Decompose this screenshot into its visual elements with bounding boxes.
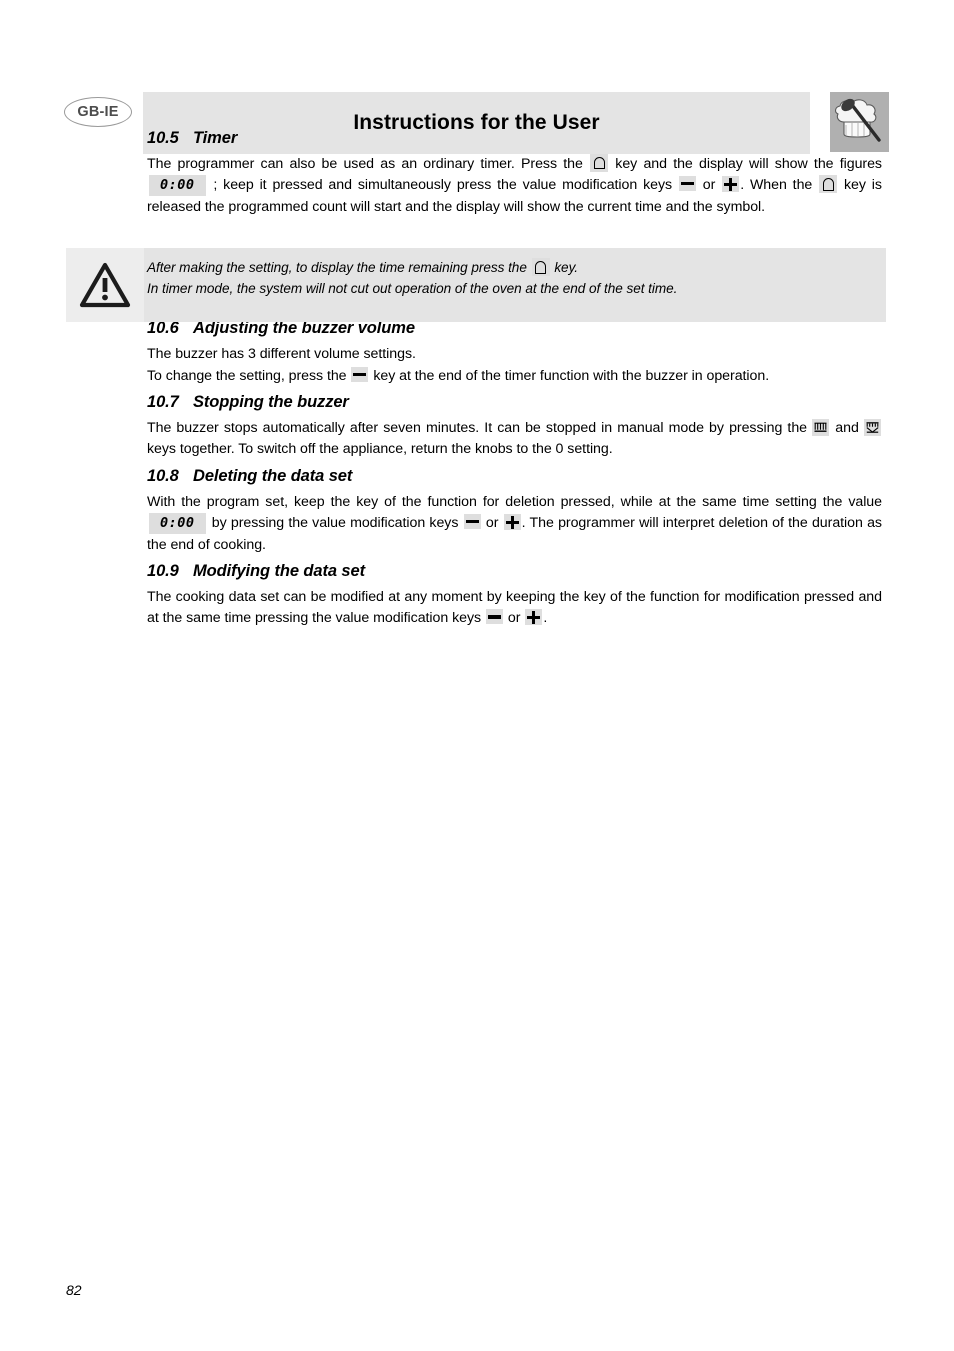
warning-note-box: After making the setting, to display the… xyxy=(66,248,886,322)
lcd-display-badge: 0:00 xyxy=(149,175,206,197)
language-badge: GB-IE xyxy=(64,97,132,127)
warning-icon-container xyxy=(66,248,144,322)
heading-10-7-number: 10.7 xyxy=(147,393,179,412)
timer-bell-key-icon xyxy=(590,153,609,172)
paragraph-10-6-b: To change the setting, press the key at … xyxy=(147,366,882,388)
text-fragment: or xyxy=(702,177,716,194)
page-number: 82 xyxy=(66,1282,82,1298)
text-fragment: ; keep it pressed and simultaneously pre… xyxy=(213,177,673,194)
text-fragment: key. xyxy=(554,260,579,275)
text-fragment: keys together. To switch off the applian… xyxy=(147,441,613,458)
heading-10-5-number: 10.5 xyxy=(147,129,179,147)
document-body: 10.5 Timer The programmer can also be use… xyxy=(147,128,882,630)
heading-10-5: 10.5 Timer xyxy=(147,128,882,149)
minus-key-icon xyxy=(351,366,369,382)
paragraph-10-5: The programmer can also be used as an or… xyxy=(147,153,882,219)
lcd-display-badge: 0:00 xyxy=(149,513,206,534)
text-fragment: by pressing the value modification keys xyxy=(211,515,459,532)
heading-10-7: 10.7 Stopping the buzzer xyxy=(147,392,882,413)
text-fragment: The buzzer stops automatically after sev… xyxy=(147,419,808,436)
oven-bottom-element-icon xyxy=(812,418,830,436)
timer-bell-key-icon xyxy=(531,258,550,276)
text-fragment: After making the setting, to display the… xyxy=(147,260,527,275)
warning-text-container: After making the setting, to display the… xyxy=(147,248,886,322)
plus-key-icon xyxy=(525,609,543,626)
language-badge-label: GB-IE xyxy=(77,103,119,120)
heading-10-9-number: 10.9 xyxy=(147,562,179,581)
text-fragment: key at the end of the timer function wit… xyxy=(373,367,770,384)
page-header: GB-IE Instructions for the User xyxy=(0,40,954,154)
minus-key-icon xyxy=(463,514,481,530)
text-fragment: or xyxy=(507,610,521,627)
text-fragment: To change the setting, press the xyxy=(147,367,347,384)
minus-key-icon xyxy=(678,176,696,192)
heading-10-5-title: Timer xyxy=(193,129,238,147)
text-fragment: . When the xyxy=(740,177,813,194)
heading-10-8-title: Deleting the data set xyxy=(193,466,353,485)
document-page: GB-IE Instructions for the User 10.5 Tim… xyxy=(0,0,954,1351)
plus-key-icon xyxy=(722,176,740,193)
heading-10-9-title: Modifying the data set xyxy=(193,562,365,581)
minus-key-icon xyxy=(485,609,503,625)
plus-key-icon xyxy=(503,514,521,531)
warning-line-1: After making the setting, to display the… xyxy=(147,258,886,279)
text-fragment: key and the display will show the figure… xyxy=(615,155,882,172)
text-fragment: or xyxy=(485,515,499,532)
warning-line-2: In timer mode, the system will not cut o… xyxy=(147,280,678,296)
oven-grill-element-icon xyxy=(863,418,881,436)
paragraph-10-9: The cooking data set can be modified at … xyxy=(147,587,882,630)
text-fragment: and xyxy=(835,419,859,436)
paragraph-10-6-a: The buzzer has 3 different volume settin… xyxy=(147,345,416,362)
text-fragment: . xyxy=(543,610,548,627)
text-fragment: The programmer can also be used as an or… xyxy=(147,155,583,172)
paragraph-10-7: The buzzer stops automatically after sev… xyxy=(147,418,882,461)
warning-triangle-icon xyxy=(79,262,131,308)
timer-bell-key-icon xyxy=(819,175,838,194)
paragraph-10-8: With the program set, keep the key of th… xyxy=(147,492,882,557)
heading-10-7-title: Stopping the buzzer xyxy=(193,393,349,412)
heading-10-6-title: Adjusting the buzzer volume xyxy=(193,319,415,338)
text-fragment: With the program set, keep the key of th… xyxy=(147,493,882,510)
heading-10-8-number: 10.8 xyxy=(147,466,179,485)
heading-10-9: 10.9 Modifying the data set xyxy=(147,561,882,582)
heading-10-8: 10.8 Deleting the data set xyxy=(147,466,882,487)
